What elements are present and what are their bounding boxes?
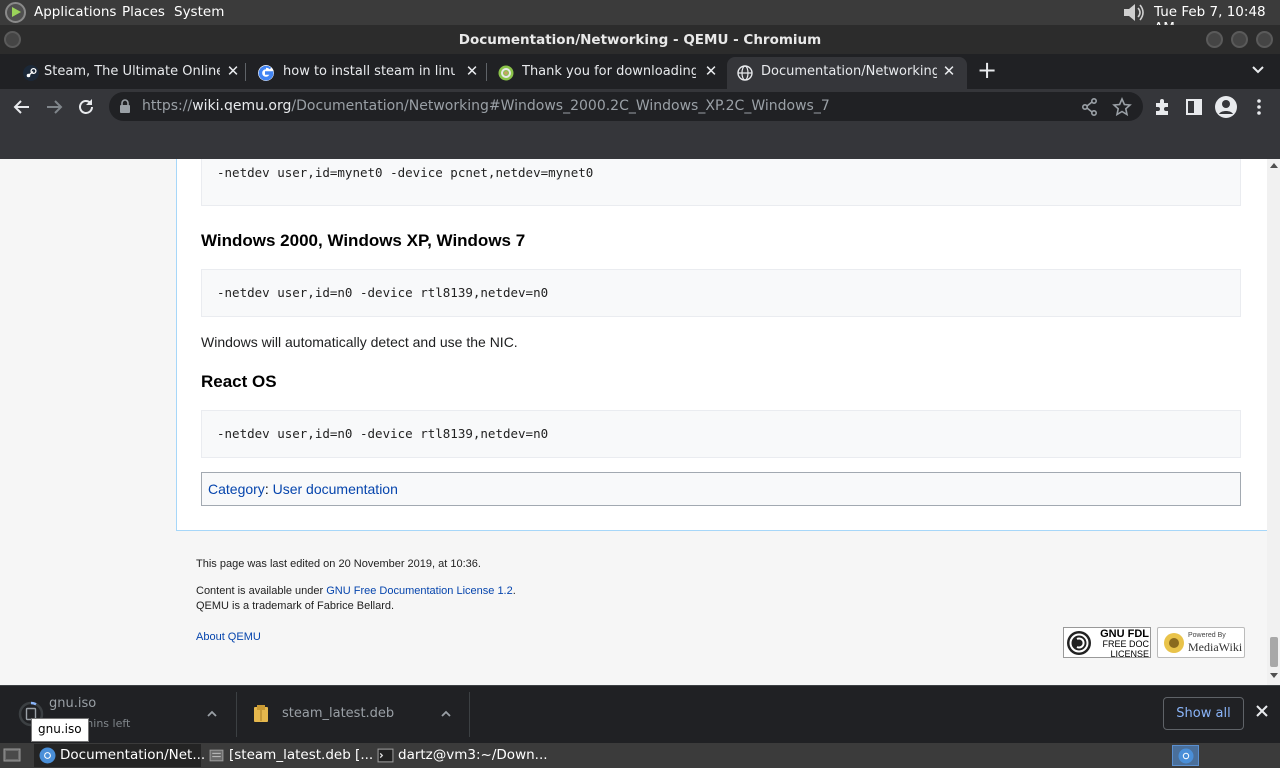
heading-reactos: React OS — [201, 372, 277, 391]
share-icon[interactable] — [1078, 95, 1102, 119]
google-icon — [258, 65, 274, 81]
back-arrow-icon[interactable] — [10, 95, 34, 119]
globe-icon — [737, 65, 753, 81]
gfdl-badge-text: GNU FDL FREE DOC LICENSE — [1100, 628, 1149, 660]
heading-windows: Windows 2000, Windows XP, Windows 7 — [201, 231, 526, 250]
plus-icon: + — [976, 56, 998, 84]
wiki-content-area: -netdev user,id=mynet0 -device pcnet,net… — [176, 159, 1267, 531]
show-all-downloads-button[interactable]: Show all — [1163, 697, 1244, 730]
distro-logo-icon[interactable] — [5, 2, 26, 23]
code-block-windows: -netdev user,id=n0 -device rtl8139,netde… — [201, 269, 1241, 317]
category-user-documentation-link[interactable]: User documentation — [273, 481, 398, 497]
applications-menu[interactable]: Applications — [34, 4, 116, 20]
about-qemu-link[interactable]: About QEMU — [196, 631, 261, 643]
profile-avatar-icon[interactable] — [1214, 95, 1238, 119]
page-scrollbar[interactable] — [1267, 159, 1280, 685]
terminal-icon — [377, 748, 394, 763]
download-filename: gnu.iso — [49, 696, 97, 711]
download-item-steam-deb[interactable]: steam_latest.deb — [237, 686, 469, 743]
task-chromium[interactable]: Documentation/Net... — [34, 744, 205, 767]
package-manager-icon — [209, 749, 224, 762]
address-bar[interactable]: https://wiki.qemu.org/Documentation/Netw… — [109, 92, 1143, 121]
download-shelf: gnu.iso GB, 6 mins left steam_latest.deb — [0, 685, 1280, 743]
trademark-text: QEMU is a trademark of Fabrice Bellard. — [196, 600, 395, 612]
task-package-manager[interactable]: [steam_latest.deb [... — [203, 744, 374, 767]
chevron-up-icon[interactable] — [439, 707, 453, 721]
places-menu[interactable]: Places — [122, 4, 165, 20]
category-label-link[interactable]: Category — [208, 481, 265, 497]
powered-by-mediawiki-badge[interactable]: Powered By MediaWiki — [1157, 627, 1245, 658]
kebab-menu-icon[interactable] — [1247, 95, 1271, 119]
url-text[interactable]: https://wiki.qemu.org/Documentation/Netw… — [142, 98, 830, 114]
code-block-reactos: -netdev user,id=n0 -device rtl8139,netde… — [201, 410, 1241, 458]
package-file-icon — [254, 705, 268, 722]
web-page: -netdev user,id=mynet0 -device pcnet,net… — [0, 159, 1267, 685]
tab-strip: Steam, The Ultimate Online G ✕ how to in… — [0, 54, 1280, 89]
tab-label: how to install steam in linux - — [283, 64, 455, 79]
close-icon[interactable]: ✕ — [703, 62, 719, 80]
download-tooltip: gnu.iso — [31, 718, 89, 742]
scroll-down-arrow-icon[interactable] — [1270, 673, 1278, 678]
close-icon[interactable] — [1254, 703, 1270, 719]
tab-label: Documentation/Networking - Q — [761, 64, 937, 79]
show-desktop-icon[interactable] — [3, 747, 21, 763]
workspace-switcher[interactable] — [1172, 745, 1199, 766]
steam-icon — [23, 65, 39, 81]
window-titlebar[interactable]: Documentation/Networking - QEMU - Chromi… — [0, 25, 1280, 54]
system-menu[interactable]: System — [174, 4, 224, 20]
tab-label: Thank you for downloading Ubu — [522, 64, 696, 79]
copyleft-icon — [1067, 631, 1091, 655]
new-tab-button[interactable]: + — [975, 58, 999, 82]
side-panel-icon[interactable] — [1182, 95, 1206, 119]
minimize-button[interactable] — [1206, 31, 1223, 48]
download-filename: steam_latest.deb — [282, 706, 395, 721]
volume-icon[interactable] — [1120, 3, 1146, 22]
task-label: Documentation/Net... — [60, 747, 206, 763]
tab-steam[interactable]: Steam, The Ultimate Online G ✕ — [6, 57, 246, 89]
scroll-up-arrow-icon[interactable] — [1270, 163, 1278, 168]
close-window-button[interactable] — [1256, 31, 1273, 48]
gfdl-license-link[interactable]: GNU Free Documentation License 1.2 — [326, 585, 512, 597]
close-icon[interactable]: ✕ — [941, 62, 957, 80]
chromium-icon — [1178, 748, 1194, 764]
task-terminal[interactable]: dartz@vm3:~/Down... — [372, 744, 548, 767]
extensions-puzzle-icon[interactable] — [1150, 95, 1174, 119]
bottom-taskbar: Documentation/Net... [steam_latest.deb [… — [0, 743, 1280, 768]
tab-ubuntu-download[interactable]: Thank you for downloading Ubu ✕ — [486, 57, 726, 89]
chevron-up-icon[interactable] — [205, 707, 219, 721]
tab-qemu-networking[interactable]: Documentation/Networking - Q ✕ — [727, 57, 967, 89]
window-menu-button[interactable] — [4, 31, 21, 48]
bookmark-bar — [0, 125, 1280, 159]
lock-icon[interactable] — [119, 99, 131, 113]
close-icon[interactable]: ✕ — [464, 62, 480, 80]
tab-search-chevron-icon[interactable] — [1248, 60, 1268, 80]
last-edited-text: This page was last edited on 20 November… — [196, 558, 481, 570]
gnu-fdl-badge[interactable]: GNU FDL FREE DOC LICENSE — [1063, 627, 1151, 660]
task-label: [steam_latest.deb [... — [229, 747, 374, 763]
top-panel: Applications Places System Tue Feb 7, 10… — [0, 0, 1280, 36]
reload-icon[interactable] — [74, 95, 98, 119]
bookmark-star-icon[interactable] — [1110, 95, 1134, 119]
task-label: dartz@vm3:~/Down... — [398, 747, 548, 763]
license-text: Content is available under GNU Free Docu… — [196, 585, 516, 597]
close-icon[interactable]: ✕ — [225, 62, 241, 80]
forward-arrow-icon[interactable] — [42, 95, 66, 119]
ubuntu-icon — [498, 65, 514, 81]
chromium-icon — [39, 747, 56, 764]
tab-google-search[interactable]: how to install steam in linux - ✕ — [246, 57, 486, 89]
windows-nic-text: Windows will automatically detect and us… — [201, 334, 518, 350]
code-block-pcnet: -netdev user,id=mynet0 -device pcnet,net… — [201, 159, 1241, 206]
category-links: Category: User documentation — [201, 472, 1241, 506]
tab-label: Steam, The Ultimate Online G — [44, 64, 220, 79]
window-title: Documentation/Networking - QEMU - Chromi… — [458, 32, 822, 48]
scrollbar-thumb[interactable] — [1270, 637, 1278, 667]
mediawiki-sunflower-icon — [1164, 633, 1184, 653]
maximize-button[interactable] — [1231, 31, 1248, 48]
